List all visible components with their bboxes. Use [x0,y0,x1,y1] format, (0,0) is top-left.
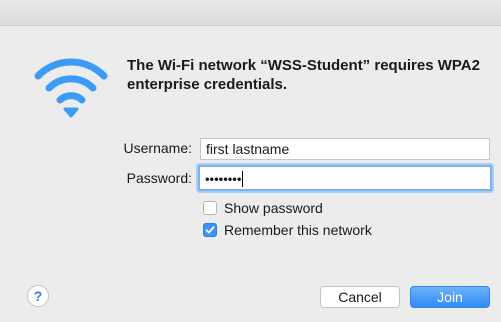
text-caret [242,171,244,188]
join-button[interactable]: Join [410,286,490,308]
show-password-option[interactable]: Show password [203,200,323,216]
username-label: Username: [123,140,192,156]
password-masked-value: •••••••• [205,171,242,187]
username-field[interactable]: first lastname [200,138,490,160]
remember-network-checkbox[interactable] [203,223,217,237]
password-field[interactable]: •••••••• [198,165,492,191]
wifi-credentials-dialog: The Wi-Fi network “WSS-Student” requires… [0,0,501,322]
remember-network-option[interactable]: Remember this network [203,222,372,238]
show-password-checkbox[interactable] [203,201,217,215]
cancel-button[interactable]: Cancel [320,286,400,308]
wifi-icon [34,58,108,118]
help-button[interactable]: ? [27,285,49,307]
remember-network-label: Remember this network [224,222,372,238]
title-bar[interactable] [0,0,501,26]
password-label: Password: [126,170,192,186]
show-password-label: Show password [224,200,323,216]
checkmark-icon [205,226,215,234]
dialog-heading: The Wi-Fi network “WSS-Student” requires… [127,57,480,93]
